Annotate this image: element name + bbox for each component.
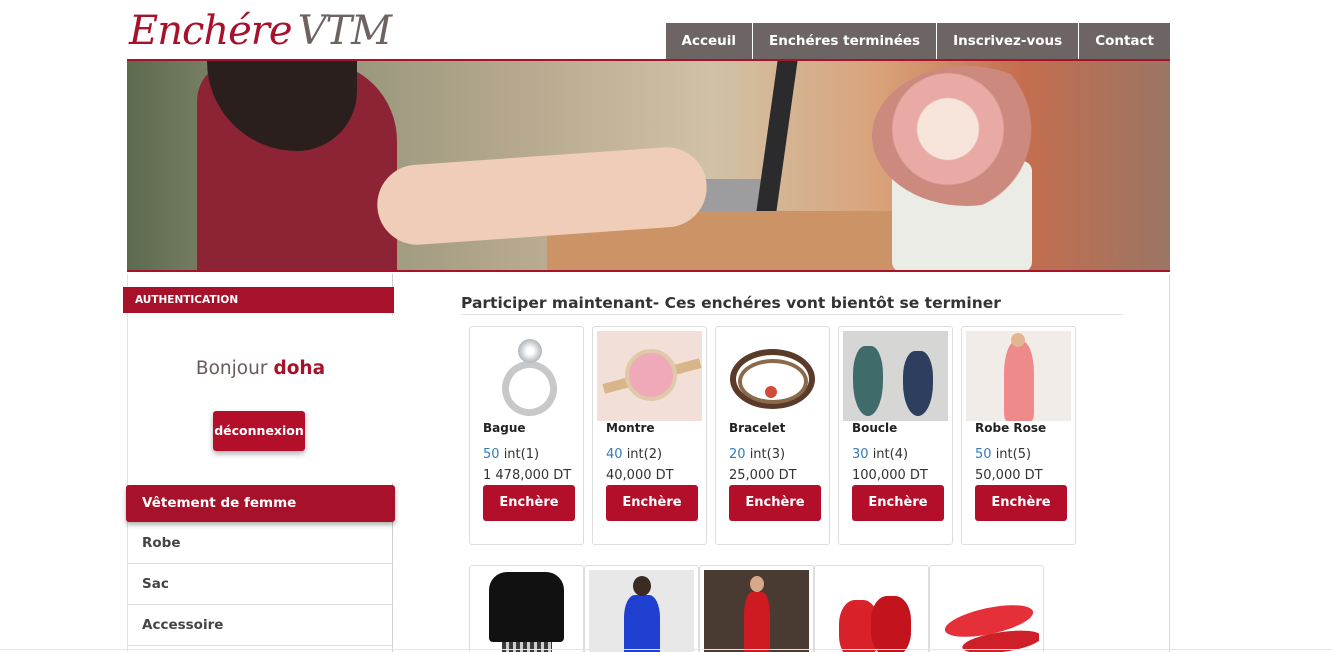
bid-value: 50: [483, 447, 500, 462]
bid-count: int(4): [872, 447, 909, 462]
product-card: Bague 50 int(1) 1 478,000 DT Enchère: [469, 326, 584, 545]
product-bids: 50 int(5): [975, 447, 1031, 462]
product-name: Bague: [483, 421, 526, 435]
page-wrapper: Enchére VTM Acceuil Enchéres terminées In…: [123, 0, 1170, 652]
auth-header: AUTHENTICATION: [123, 287, 394, 313]
logo-text-primary: Enchére: [129, 8, 293, 54]
nav-contact[interactable]: Contact: [1078, 23, 1170, 59]
logout-button[interactable]: déconnexion: [213, 411, 305, 451]
category-list: Robe Sac Accessoire: [128, 523, 393, 646]
bid-button[interactable]: Enchère: [852, 485, 944, 521]
product-image-red-ballerinas[interactable]: [934, 570, 1039, 652]
product-bids: 50 int(1): [483, 447, 539, 462]
product-bids: 20 int(3): [729, 447, 785, 462]
product-image-montre[interactable]: [597, 331, 702, 421]
greeting-text: Bonjour: [195, 358, 268, 379]
nav-encheres-terminees[interactable]: Enchéres terminées: [752, 23, 937, 59]
category-item-sac[interactable]: Sac: [128, 564, 393, 605]
auth-panel: [128, 315, 393, 483]
bid-button[interactable]: Enchère: [729, 485, 821, 521]
sidebar: AUTHENTICATION Bonjour doha déconnexion V…: [123, 274, 395, 652]
category-item-accessoire[interactable]: Accessoire: [128, 605, 393, 646]
site-logo[interactable]: Enchére VTM: [129, 6, 393, 56]
page-bottom-divider: [0, 649, 1332, 650]
bid-value: 20: [729, 447, 746, 462]
product-image-robe-rose[interactable]: [966, 331, 1071, 421]
nav-accueil[interactable]: Acceuil: [665, 23, 752, 59]
username: doha: [273, 358, 326, 379]
bid-value: 50: [975, 447, 992, 462]
main-content: Participer maintenant- Ces enchéres vont…: [393, 274, 1170, 652]
product-price: 40,000 DT: [606, 468, 674, 483]
bid-button[interactable]: Enchère: [606, 485, 698, 521]
bid-button[interactable]: Enchère: [975, 485, 1067, 521]
product-image-red-flats[interactable]: [819, 570, 924, 652]
product-price: 25,000 DT: [729, 468, 797, 483]
product-card: Montre 40 int(2) 40,000 DT Enchère: [592, 326, 707, 545]
category-header[interactable]: Vêtement de femme: [126, 485, 395, 522]
greeting: Bonjour doha: [128, 358, 393, 379]
bid-count: int(3): [749, 447, 786, 462]
product-card: [814, 565, 929, 652]
section-title: Participer maintenant- Ces enchéres vont…: [461, 294, 1123, 315]
product-image-blue-dress[interactable]: [589, 570, 694, 652]
product-image-bracelet[interactable]: [720, 331, 825, 421]
product-card: Boucle 30 int(4) 100,000 DT Enchère: [838, 326, 953, 545]
product-card: [699, 565, 814, 652]
product-name: Boucle: [852, 421, 898, 435]
product-price: 100,000 DT: [852, 468, 928, 483]
product-grid-second-row: [469, 565, 1044, 652]
logo-text-secondary: VTM: [297, 8, 393, 54]
hero-banner-image: [127, 59, 1170, 272]
product-bids: 30 int(4): [852, 447, 908, 462]
bid-count: int(2): [626, 447, 663, 462]
product-image-black-dress[interactable]: [474, 570, 579, 652]
product-name: Montre: [606, 421, 655, 435]
product-card: [469, 565, 584, 652]
hero-flowers-shape: [872, 66, 1062, 206]
bid-value: 30: [852, 447, 869, 462]
product-card: [584, 565, 699, 652]
nav-inscrivez-vous[interactable]: Inscrivez-vous: [936, 23, 1079, 59]
product-name: Bracelet: [729, 421, 786, 435]
hero-screen-shape: [756, 61, 798, 211]
bid-button[interactable]: Enchère: [483, 485, 575, 521]
bid-count: int(5): [995, 447, 1032, 462]
product-image-red-gown[interactable]: [704, 570, 809, 652]
product-price: 1 478,000 DT: [483, 468, 572, 483]
product-image-bague[interactable]: [474, 331, 579, 421]
product-card: Bracelet 20 int(3) 25,000 DT Enchère: [715, 326, 830, 545]
product-grid: Bague 50 int(1) 1 478,000 DT Enchère Mon…: [469, 326, 1084, 545]
product-card: [929, 565, 1044, 652]
product-bids: 40 int(2): [606, 447, 662, 462]
product-image-boucle[interactable]: [843, 331, 948, 421]
bid-value: 40: [606, 447, 623, 462]
product-price: 50,000 DT: [975, 468, 1043, 483]
category-item-robe[interactable]: Robe: [128, 523, 393, 564]
product-card: Robe Rose 50 int(5) 50,000 DT Enchère: [961, 326, 1076, 545]
main-navigation: Acceuil Enchéres terminées Inscrivez-vou…: [665, 23, 1170, 59]
product-name: Robe Rose: [975, 421, 1047, 435]
bid-count: int(1): [503, 447, 540, 462]
